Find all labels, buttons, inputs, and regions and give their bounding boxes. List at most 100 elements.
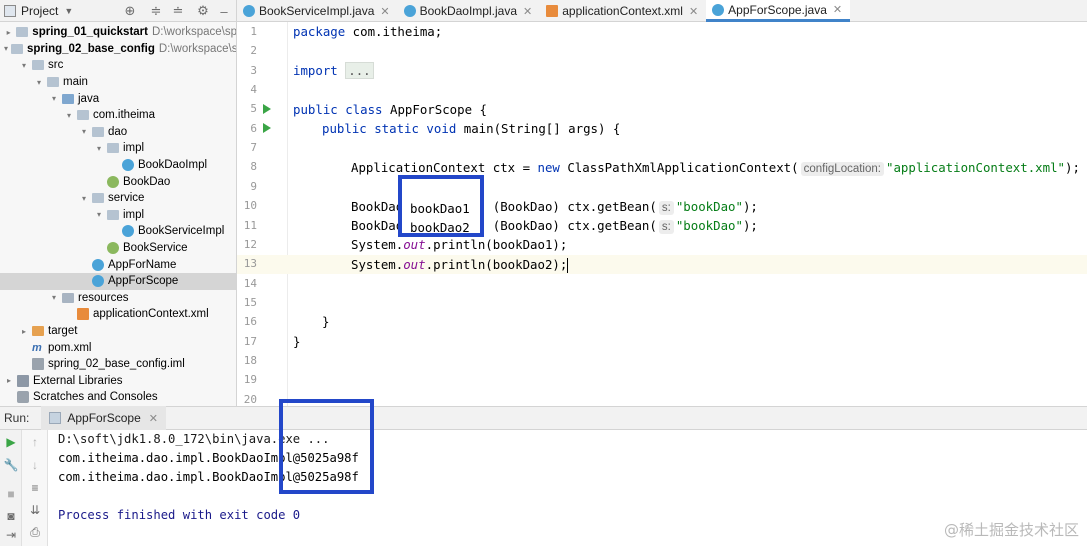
- tree-item[interactable]: ▾ service: [0, 190, 236, 207]
- code-line-8: public class AppForScope {: [293, 102, 487, 117]
- run-tab-label: AppForScope: [67, 411, 141, 425]
- line-number: 6: [250, 121, 257, 135]
- tree-item[interactable]: ▾ com.itheima: [0, 107, 236, 124]
- tree-item[interactable]: spring_02_base_config.iml: [0, 356, 236, 373]
- watermark: @稀土掘金技术社区: [943, 521, 1079, 539]
- annotation-box-variables: bookDao1 bookDao2: [398, 175, 484, 237]
- folder-icon: [11, 43, 24, 54]
- iface-icon: [107, 175, 119, 188]
- tree-item[interactable]: BookDaoImpl: [0, 157, 236, 174]
- editor-gutter: 123456789101112131415161718192021: [237, 22, 288, 425]
- console-toolbar: ↑ ↓ ≡ ⇊ ⎙: [22, 430, 48, 546]
- tree-item[interactable]: ▾ java: [0, 90, 236, 107]
- tree-item-label: pom.xml: [48, 341, 92, 354]
- code-line-19: }: [322, 314, 330, 329]
- line-number: 14: [243, 276, 257, 290]
- folder-icon: [47, 77, 59, 88]
- iml-icon: [32, 358, 44, 371]
- tree-item[interactable]: ▾ impl: [0, 207, 236, 224]
- chevron-right-icon[interactable]: ▸: [4, 28, 13, 37]
- tree-item[interactable]: ▾ resources: [0, 290, 236, 307]
- chevron-down-icon[interactable]: ▾: [94, 210, 104, 219]
- run-main-icon[interactable]: [263, 123, 271, 133]
- close-icon[interactable]: ✕: [523, 5, 532, 18]
- chevron-right-icon[interactable]: ▸: [4, 376, 14, 385]
- tree-item[interactable]: AppForName: [0, 256, 236, 273]
- tab-bookdaoimpl[interactable]: BookDaoImpl.java ✕: [398, 0, 541, 22]
- tree-item[interactable]: ▾ main: [0, 74, 236, 91]
- tab-label: AppForScope.java: [728, 2, 827, 17]
- close-icon[interactable]: ✕: [380, 5, 389, 18]
- tree-item-label: applicationContext.xml: [93, 308, 209, 321]
- tree-item[interactable]: BookService: [0, 240, 236, 257]
- tree-item[interactable]: ▾ dao: [0, 124, 236, 141]
- run-class-icon[interactable]: [263, 104, 271, 114]
- tree-item[interactable]: AppForScope: [0, 273, 236, 290]
- chevron-down-icon[interactable]: ▾: [49, 94, 59, 103]
- chevron-down-icon[interactable]: ▾: [49, 293, 59, 302]
- chevron-down-icon[interactable]: ▾: [64, 111, 74, 120]
- line-number: 1: [250, 25, 257, 38]
- project-view-selector[interactable]: Project ▼: [0, 0, 73, 21]
- chevron-down-icon[interactable]: ▾: [34, 78, 44, 87]
- tab-bookserviceimpl[interactable]: BookServiceImpl.java ✕: [237, 0, 398, 22]
- arrow-up-icon[interactable]: ↑: [27, 434, 43, 450]
- tab-appforscope[interactable]: AppForScope.java ✕: [706, 0, 851, 22]
- rerun-icon[interactable]: ▶: [3, 434, 19, 450]
- tree-item[interactable]: ▸ spring_01_quickstart D:\workspace\sp: [0, 24, 236, 41]
- variable-bookdao2: bookDao2: [410, 220, 470, 235]
- tree-item-label: BookDaoImpl: [138, 159, 208, 172]
- arrow-down-icon[interactable]: ↓: [27, 457, 43, 473]
- exit-icon[interactable]: ⇥: [3, 527, 19, 543]
- tree-item[interactable]: applicationContext.xml: [0, 306, 236, 323]
- soft-wrap-icon[interactable]: ≡: [27, 480, 43, 496]
- tree-item[interactable]: ▾ impl: [0, 140, 236, 157]
- tab-applicationcontext[interactable]: applicationContext.xml ✕: [540, 0, 706, 22]
- line-number: 16: [243, 315, 257, 329]
- print-icon[interactable]: ⎙: [27, 524, 43, 540]
- tree-item[interactable]: BookDao: [0, 173, 236, 190]
- variable-bookdao1: bookDao1: [410, 201, 470, 216]
- hide-panel-icon[interactable]: –: [216, 3, 232, 19]
- folded-imports[interactable]: ...: [345, 62, 374, 79]
- locate-icon[interactable]: ⊕: [122, 3, 138, 19]
- tree-item[interactable]: m pom.xml: [0, 339, 236, 356]
- collapse-all-icon[interactable]: ≑: [148, 3, 164, 19]
- camera-icon[interactable]: ◙: [3, 508, 19, 524]
- tree-item-label: com.itheima: [93, 109, 155, 122]
- wrench-icon[interactable]: 🔧: [3, 457, 19, 473]
- tree-item[interactable]: ▾ src: [0, 57, 236, 74]
- run-tab-appforscope[interactable]: AppForScope ✕: [41, 406, 166, 430]
- close-icon[interactable]: ✕: [149, 412, 158, 425]
- gear-icon[interactable]: ⚙: [195, 3, 211, 19]
- folder-res-icon: [62, 292, 74, 303]
- close-icon[interactable]: ✕: [833, 3, 842, 16]
- code-editor[interactable]: package com.itheima; import ... public c…: [288, 22, 1087, 406]
- tree-item[interactable]: ▸ External Libraries: [0, 373, 236, 390]
- tree-item-label: spring_02_base_config: [27, 42, 155, 55]
- chevron-down-icon[interactable]: ▾: [19, 61, 29, 70]
- chevron-down-icon: ▼: [64, 5, 74, 16]
- tree-item-label: target: [48, 325, 78, 338]
- run-toolbar: ▶ 🔧 ■ ◙ ⇥: [0, 430, 22, 546]
- chevron-down-icon[interactable]: ▾: [94, 144, 104, 153]
- scroll-to-end-icon[interactable]: ⇊: [27, 502, 43, 518]
- tree-item[interactable]: Scratches and Consoles: [0, 389, 236, 406]
- chevron-right-icon[interactable]: ▸: [19, 327, 29, 336]
- chevron-down-icon[interactable]: ▾: [4, 44, 8, 53]
- chevron-down-icon[interactable]: ▾: [79, 194, 89, 203]
- stop-icon[interactable]: ■: [3, 486, 19, 502]
- tree-item[interactable]: ▸ target: [0, 323, 236, 340]
- tree-item[interactable]: ▾ spring_02_base_config D:\workspace\s: [0, 41, 236, 58]
- tree-item-label: main: [63, 76, 88, 89]
- expand-all-icon[interactable]: ≐: [170, 3, 186, 19]
- close-icon[interactable]: ✕: [689, 5, 698, 18]
- line-number: 5: [250, 102, 257, 116]
- console-output[interactable]: D:\soft\jdk1.8.0_172\bin\java.exe ... co…: [48, 399, 1087, 546]
- line-number: 9: [250, 179, 257, 193]
- tree-item[interactable]: BookServiceImpl: [0, 223, 236, 240]
- console-line: Process finished with exit code 0: [58, 508, 301, 522]
- project-tree: ▸ spring_01_quickstart D:\workspace\sp ▾ spr…: [0, 22, 237, 406]
- chevron-down-icon[interactable]: ▾: [79, 127, 89, 136]
- run-label: Run:: [4, 411, 30, 425]
